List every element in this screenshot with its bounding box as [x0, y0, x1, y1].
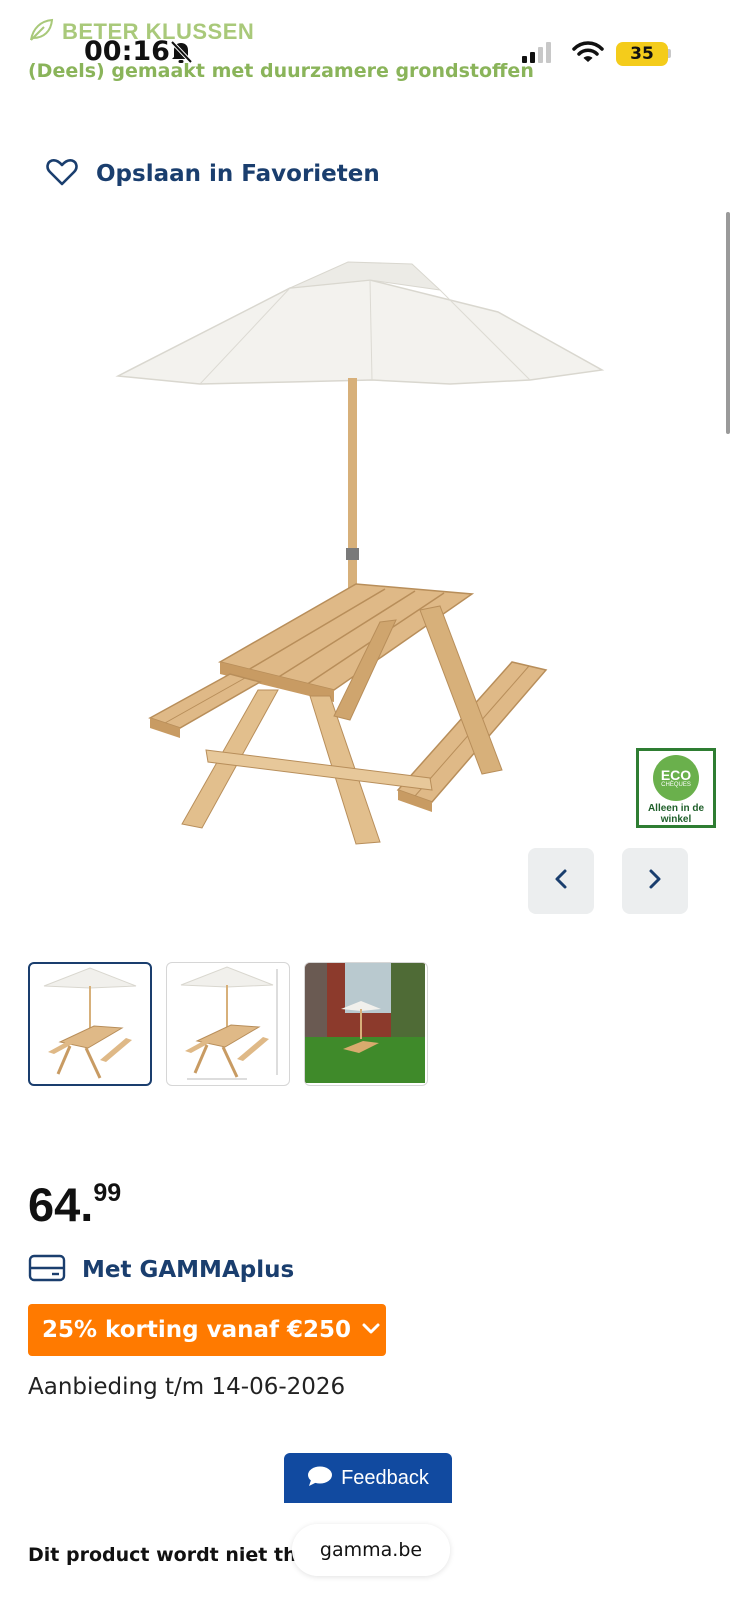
- eco-cheques-badge: ECO CHÈQUES Alleen in de winkel: [636, 748, 716, 828]
- heart-icon: [46, 158, 78, 190]
- offer-validity: Aanbieding t/m 14-06-2026: [28, 1374, 346, 1400]
- thumbnail-strip: [28, 962, 428, 1086]
- promo-label: 25% korting vanaf €250: [42, 1317, 352, 1343]
- feedback-label: Feedback: [341, 1466, 429, 1489]
- signal-icon: [522, 42, 551, 63]
- chevron-left-icon: [553, 868, 569, 894]
- browser-url-bar[interactable]: gamma.be: [292, 1524, 450, 1576]
- page-scrollbar[interactable]: [726, 212, 730, 434]
- gallery-prev-button[interactable]: [528, 848, 594, 914]
- product-image[interactable]: [110, 250, 630, 930]
- chat-bubble-icon: [307, 1465, 333, 1491]
- price-integer: 64.: [28, 1178, 94, 1231]
- gammaplus-info: Met GAMMAplus: [28, 1254, 294, 1286]
- battery-level: 35: [630, 44, 654, 64]
- eco-cheques-title: ECO: [660, 766, 692, 783]
- eco-cheques-note: Alleen in de winkel: [647, 803, 705, 825]
- thumbnail-1[interactable]: [28, 962, 152, 1086]
- product-price: 64. 99: [28, 1180, 121, 1230]
- gammaplus-label: Met GAMMAplus: [82, 1257, 295, 1283]
- eco-cheques-subtitle: CHÈQUES: [661, 781, 691, 788]
- thumbnail-2[interactable]: [166, 962, 290, 1086]
- card-icon: [28, 1254, 66, 1286]
- battery-icon: 35: [616, 42, 668, 66]
- feedback-button[interactable]: Feedback: [284, 1453, 452, 1503]
- browser-url: gamma.be: [319, 1539, 423, 1561]
- save-to-favorites-button[interactable]: Opslaan in Favorieten: [46, 158, 380, 190]
- price-decimal: 99: [93, 1179, 122, 1207]
- status-time: 00:16: [84, 36, 170, 67]
- wifi-icon: [572, 40, 604, 68]
- chevron-down-icon: [361, 1321, 381, 1340]
- bell-slash-icon: [170, 40, 193, 68]
- availability-text: Dit product wordt niet th: [28, 1544, 297, 1566]
- leaf-icon: [28, 18, 54, 46]
- battery-cap: [668, 49, 671, 58]
- favorites-label: Opslaan in Favorieten: [96, 161, 380, 187]
- chevron-right-icon: [647, 868, 663, 894]
- discount-promo-button[interactable]: 25% korting vanaf €250: [28, 1304, 386, 1356]
- thumbnail-3[interactable]: [304, 962, 428, 1086]
- gallery-next-button[interactable]: [622, 848, 688, 914]
- eco-cheques-logo: ECO CHÈQUES: [653, 755, 699, 801]
